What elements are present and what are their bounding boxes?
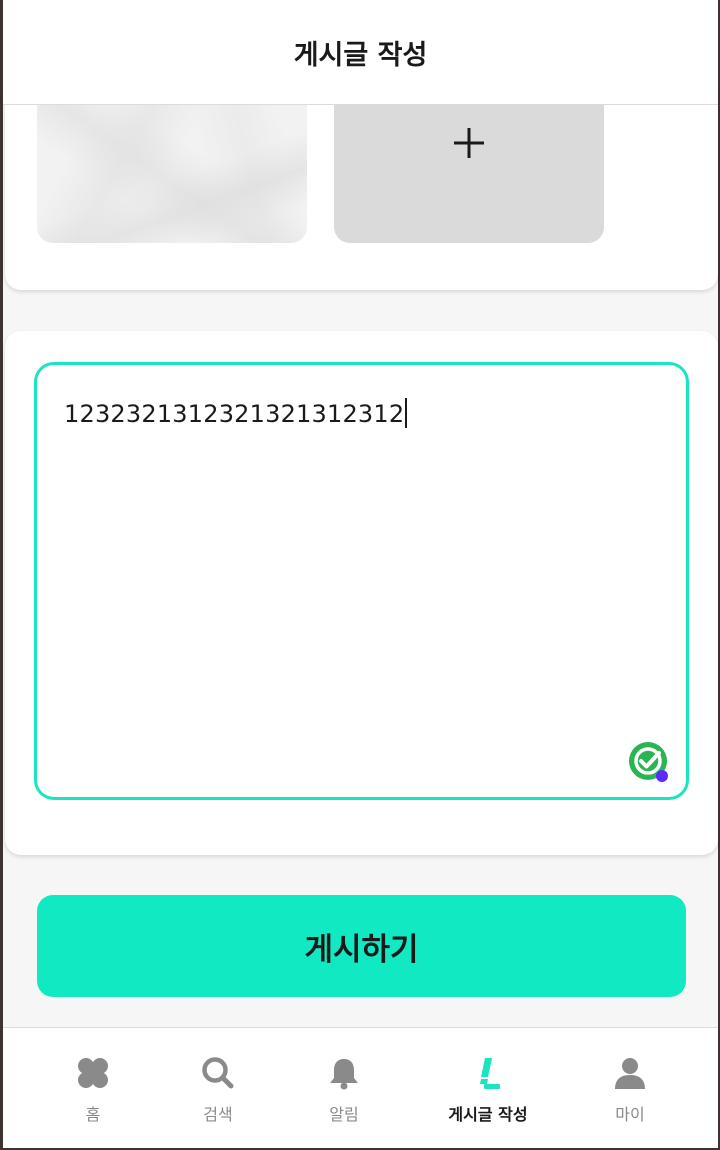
post-content-textarea[interactable]: 12323213123213213123​12 bbox=[34, 362, 689, 800]
image-upload-section bbox=[5, 90, 718, 290]
bell-icon bbox=[330, 1059, 358, 1090]
content-editor-section: 12323213123213213123​12 bbox=[5, 331, 718, 855]
nav-label-write-post: 게시글 작성 bbox=[448, 1105, 528, 1124]
submit-post-label: 게시하기 bbox=[304, 931, 419, 967]
nav-item-my-page[interactable]: 마이 bbox=[565, 1028, 695, 1149]
nav-item-write-post[interactable]: 게시글 작성 bbox=[423, 1028, 553, 1149]
page-title: 게시글 작성 bbox=[293, 39, 428, 71]
person-icon bbox=[615, 1058, 645, 1089]
uploaded-photo-thumbnail[interactable] bbox=[37, 90, 307, 243]
nav-label-notifications: 알림 bbox=[329, 1105, 359, 1124]
bottom-navigation: 홈 검색 알림 게시글 작성 마이 bbox=[3, 1027, 718, 1148]
grammar-check-icon[interactable] bbox=[628, 741, 670, 783]
window-frame-left bbox=[0, 0, 3, 1150]
nav-item-search[interactable]: 검색 bbox=[153, 1028, 283, 1149]
text-caret bbox=[405, 398, 408, 428]
search-icon bbox=[202, 1057, 234, 1089]
pencil-icon bbox=[480, 1058, 500, 1089]
submit-post-button[interactable]: 게시하기 bbox=[37, 895, 686, 997]
page-header: 게시글 작성 bbox=[3, 0, 718, 105]
nav-label-my-page: 마이 bbox=[615, 1105, 645, 1124]
nav-item-home[interactable]: 홈 bbox=[28, 1028, 158, 1149]
add-photo-button[interactable] bbox=[334, 90, 604, 243]
clover-icon bbox=[78, 1058, 108, 1088]
post-content-value: 12323213123213213123​12 bbox=[64, 400, 405, 428]
nav-item-notifications[interactable]: 알림 bbox=[279, 1028, 409, 1149]
plus-icon bbox=[454, 128, 484, 158]
nav-label-home: 홈 bbox=[85, 1105, 101, 1124]
nav-label-search: 검색 bbox=[203, 1105, 233, 1124]
post-content-text: 12323213123213213123​12 bbox=[64, 398, 408, 428]
